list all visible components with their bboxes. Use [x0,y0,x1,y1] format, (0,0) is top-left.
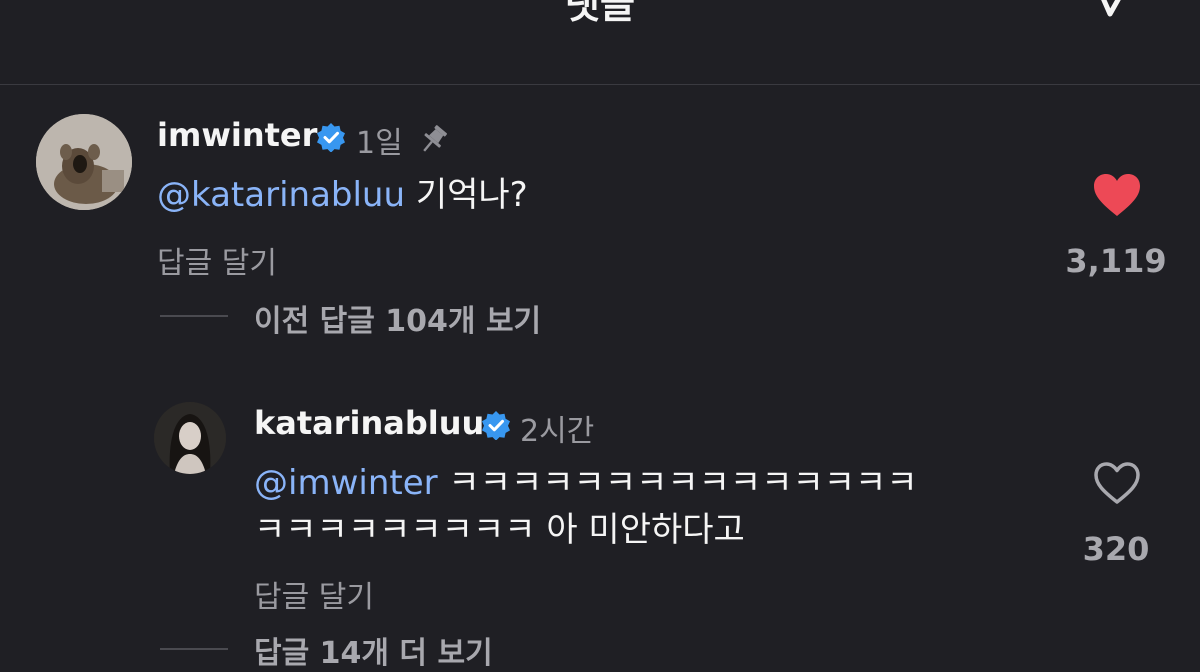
comment-text-line2: ㅋㅋㅋㅋㅋㅋㅋㅋㅋ 아 미안하다고 [254,510,745,550]
mention-link[interactable]: @imwinter [254,463,438,503]
verified-badge-icon [317,123,345,152]
view-more-replies-button[interactable]: 답글 14개 더 보기 [254,628,493,672]
comments-header: 댓글 [0,0,1200,85]
comment-username[interactable]: imwinter [157,116,317,154]
like-count: 3,119 [1065,242,1167,280]
avatar[interactable] [154,402,226,474]
comment-body: 기억나? [405,175,528,215]
reply-button[interactable]: 답글 달기 [157,238,277,282]
comment-text-line1: @imwinter ㅋㅋㅋㅋㅋㅋㅋㅋㅋㅋㅋㅋㅋㅋㅋ [254,460,918,506]
comment-time: 1일 [356,126,403,161]
avatar-image [36,114,132,210]
avatar[interactable] [36,114,132,210]
divider-line [160,315,228,317]
like-count: 320 [1082,530,1150,568]
reply-button[interactable]: 답글 달기 [254,572,374,616]
header-title: 댓글 [565,0,635,27]
mention-link[interactable]: @katarinabluu [157,175,405,215]
comment-text: @katarinabluu 기억나? [157,172,528,218]
comment-username[interactable]: katarinabluu [254,404,484,442]
verified-badge-icon [482,411,510,440]
heart-outline-icon[interactable] [1092,460,1142,506]
heart-filled-icon[interactable] [1092,172,1142,218]
divider-line [160,648,228,650]
comment-time: 2시간 [520,414,595,449]
view-replies-button[interactable]: 이전 답글 104개 보기 [254,296,541,340]
filter-icon[interactable] [1088,0,1138,20]
avatar-image [154,402,226,474]
pin-icon [423,125,447,152]
comment-body: ㅋㅋㅋㅋㅋㅋㅋㅋㅋㅋㅋㅋㅋㅋㅋ [437,463,918,503]
